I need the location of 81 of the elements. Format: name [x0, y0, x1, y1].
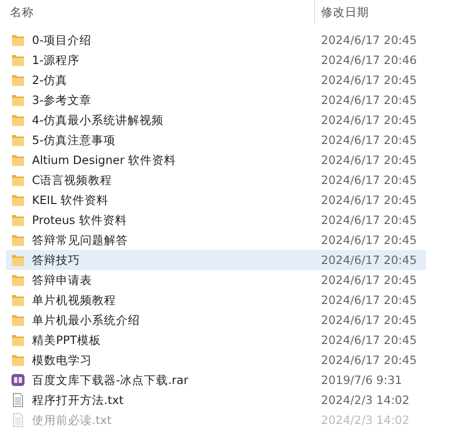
document-icon [10, 392, 26, 408]
column-header[interactable]: 名称 [6, 0, 314, 24]
file-name: 程序打开方法.txt [32, 392, 124, 408]
file-row[interactable]: 2-仿真 2024/6/17 20:45 [6, 70, 426, 90]
folder-icon [10, 72, 26, 88]
file-name: 1-源程序 [32, 52, 80, 68]
file-name: 答辩技巧 [32, 252, 81, 268]
modified-date: 2024/6/17 20:45 [321, 273, 417, 287]
modified-date: 2024/6/17 20:45 [321, 93, 417, 107]
folder-icon [10, 52, 26, 68]
file-name: 4-仿真最小系统讲解视频 [32, 112, 164, 128]
modified-date: 2024/6/17 20:45 [321, 333, 417, 347]
file-name: 百度文库下载器-冰点下载.rar [32, 372, 190, 388]
modified-date: 2024/6/17 20:45 [321, 293, 417, 307]
folder-icon [10, 172, 26, 188]
folder-icon [10, 32, 26, 48]
folder-icon [10, 112, 26, 128]
folder-icon [10, 352, 26, 368]
folder-icon [10, 132, 26, 148]
column-header[interactable]: 修改日期 [314, 0, 369, 24]
modified-date: 2024/2/3 14:02 [321, 393, 410, 407]
modified-date: 2024/6/17 20:45 [321, 33, 417, 47]
file-name: 使用前必读.txt [32, 412, 112, 428]
file-row[interactable]: 4-仿真最小系统讲解视频 2024/6/17 20:45 [6, 110, 426, 130]
file-name: Altium Designer 软件资料 [32, 152, 178, 168]
modified-date: 2024/6/17 20:45 [321, 133, 417, 147]
modified-date: 2024/6/17 20:45 [321, 213, 417, 227]
file-name: 模数电学习 [32, 352, 93, 368]
folder-icon [10, 312, 26, 328]
file-name: Proteus 软件资料 [32, 212, 128, 228]
file-row[interactable]: 5-仿真注意事项 2024/6/17 20:45 [6, 130, 426, 150]
folder-icon [10, 252, 26, 268]
file-name: C语言视频教程 [32, 172, 114, 188]
file-row[interactable]: C语言视频教程 2024/6/17 20:45 [6, 170, 426, 190]
file-row[interactable]: 答辩常见问题解答 2024/6/17 20:45 [6, 230, 426, 250]
file-row[interactable]: 程序打开方法.txt 2024/2/3 14:02 [6, 390, 426, 410]
file-name: 精美PPT模板 [32, 332, 102, 348]
file-name: 5-仿真注意事项 [32, 132, 116, 148]
folder-icon [10, 292, 26, 308]
modified-date: 2024/6/17 20:45 [321, 313, 417, 327]
modified-date: 2024/6/17 20:45 [321, 193, 417, 207]
modified-date: 2024/6/17 20:45 [321, 173, 417, 187]
folder-icon [10, 212, 26, 228]
folder-icon [10, 92, 26, 108]
folder-icon [10, 332, 26, 348]
folder-icon [10, 192, 26, 208]
file-row[interactable]: 精美PPT模板 2024/6/17 20:45 [6, 330, 426, 350]
modified-date: 2024/6/17 20:45 [321, 73, 417, 87]
modified-date: 2024/6/17 20:45 [321, 233, 417, 247]
archive-icon [10, 372, 26, 388]
modified-date: 2024/6/17 20:45 [321, 113, 417, 127]
file-row[interactable]: Altium Designer 软件资料 2024/6/17 20:45 [6, 150, 426, 170]
file-row[interactable]: 1-源程序 2024/6/17 20:46 [6, 50, 426, 70]
file-name: 单片机最小系统介绍 [32, 312, 141, 328]
file-row[interactable]: 0-项目介绍 2024/6/17 20:45 [6, 30, 426, 50]
file-name: 3-参考文章 [32, 92, 92, 108]
file-name: 0-项目介绍 [32, 32, 92, 48]
modified-date: 2019/7/6 9:31 [321, 373, 402, 387]
document-icon [10, 412, 26, 428]
file-row[interactable]: 单片机最小系统介绍 2024/6/17 20:45 [6, 310, 426, 330]
file-name: 答辩申请表 [32, 272, 93, 288]
file-row[interactable]: KEIL 软件资料 2024/6/17 20:45 [6, 190, 426, 210]
modified-date: 2024/6/17 20:45 [321, 153, 417, 167]
modified-date: 2024/6/17 20:45 [321, 353, 417, 367]
modified-date: 2024/6/17 20:45 [321, 253, 417, 267]
file-name: KEIL 软件资料 [32, 192, 110, 208]
file-row[interactable]: 模数电学习 2024/6/17 20:45 [6, 350, 426, 370]
folder-icon [10, 152, 26, 168]
modified-date: 2024/2/3 14:02 [321, 413, 410, 427]
folder-icon [10, 272, 26, 288]
file-row[interactable]: Proteus 软件资料 2024/6/17 20:45 [6, 210, 426, 230]
folder-icon [10, 232, 26, 248]
file-name: 答辩常见问题解答 [32, 232, 129, 248]
file-name: 2-仿真 [32, 72, 68, 88]
file-row[interactable]: 百度文库下载器-冰点下载.rar 2019/7/6 9:31 [6, 370, 426, 390]
modified-date: 2024/6/17 20:46 [321, 53, 417, 67]
file-row[interactable]: 3-参考文章 2024/6/17 20:45 [6, 90, 426, 110]
file-name: 单片机视频教程 [32, 292, 117, 308]
file-row[interactable]: 单片机视频教程 2024/6/17 20:45 [6, 290, 426, 310]
file-row[interactable]: 答辩申请表 2024/6/17 20:45 [6, 270, 426, 290]
file-row[interactable]: 答辩技巧 2024/6/17 20:45 [6, 250, 426, 270]
